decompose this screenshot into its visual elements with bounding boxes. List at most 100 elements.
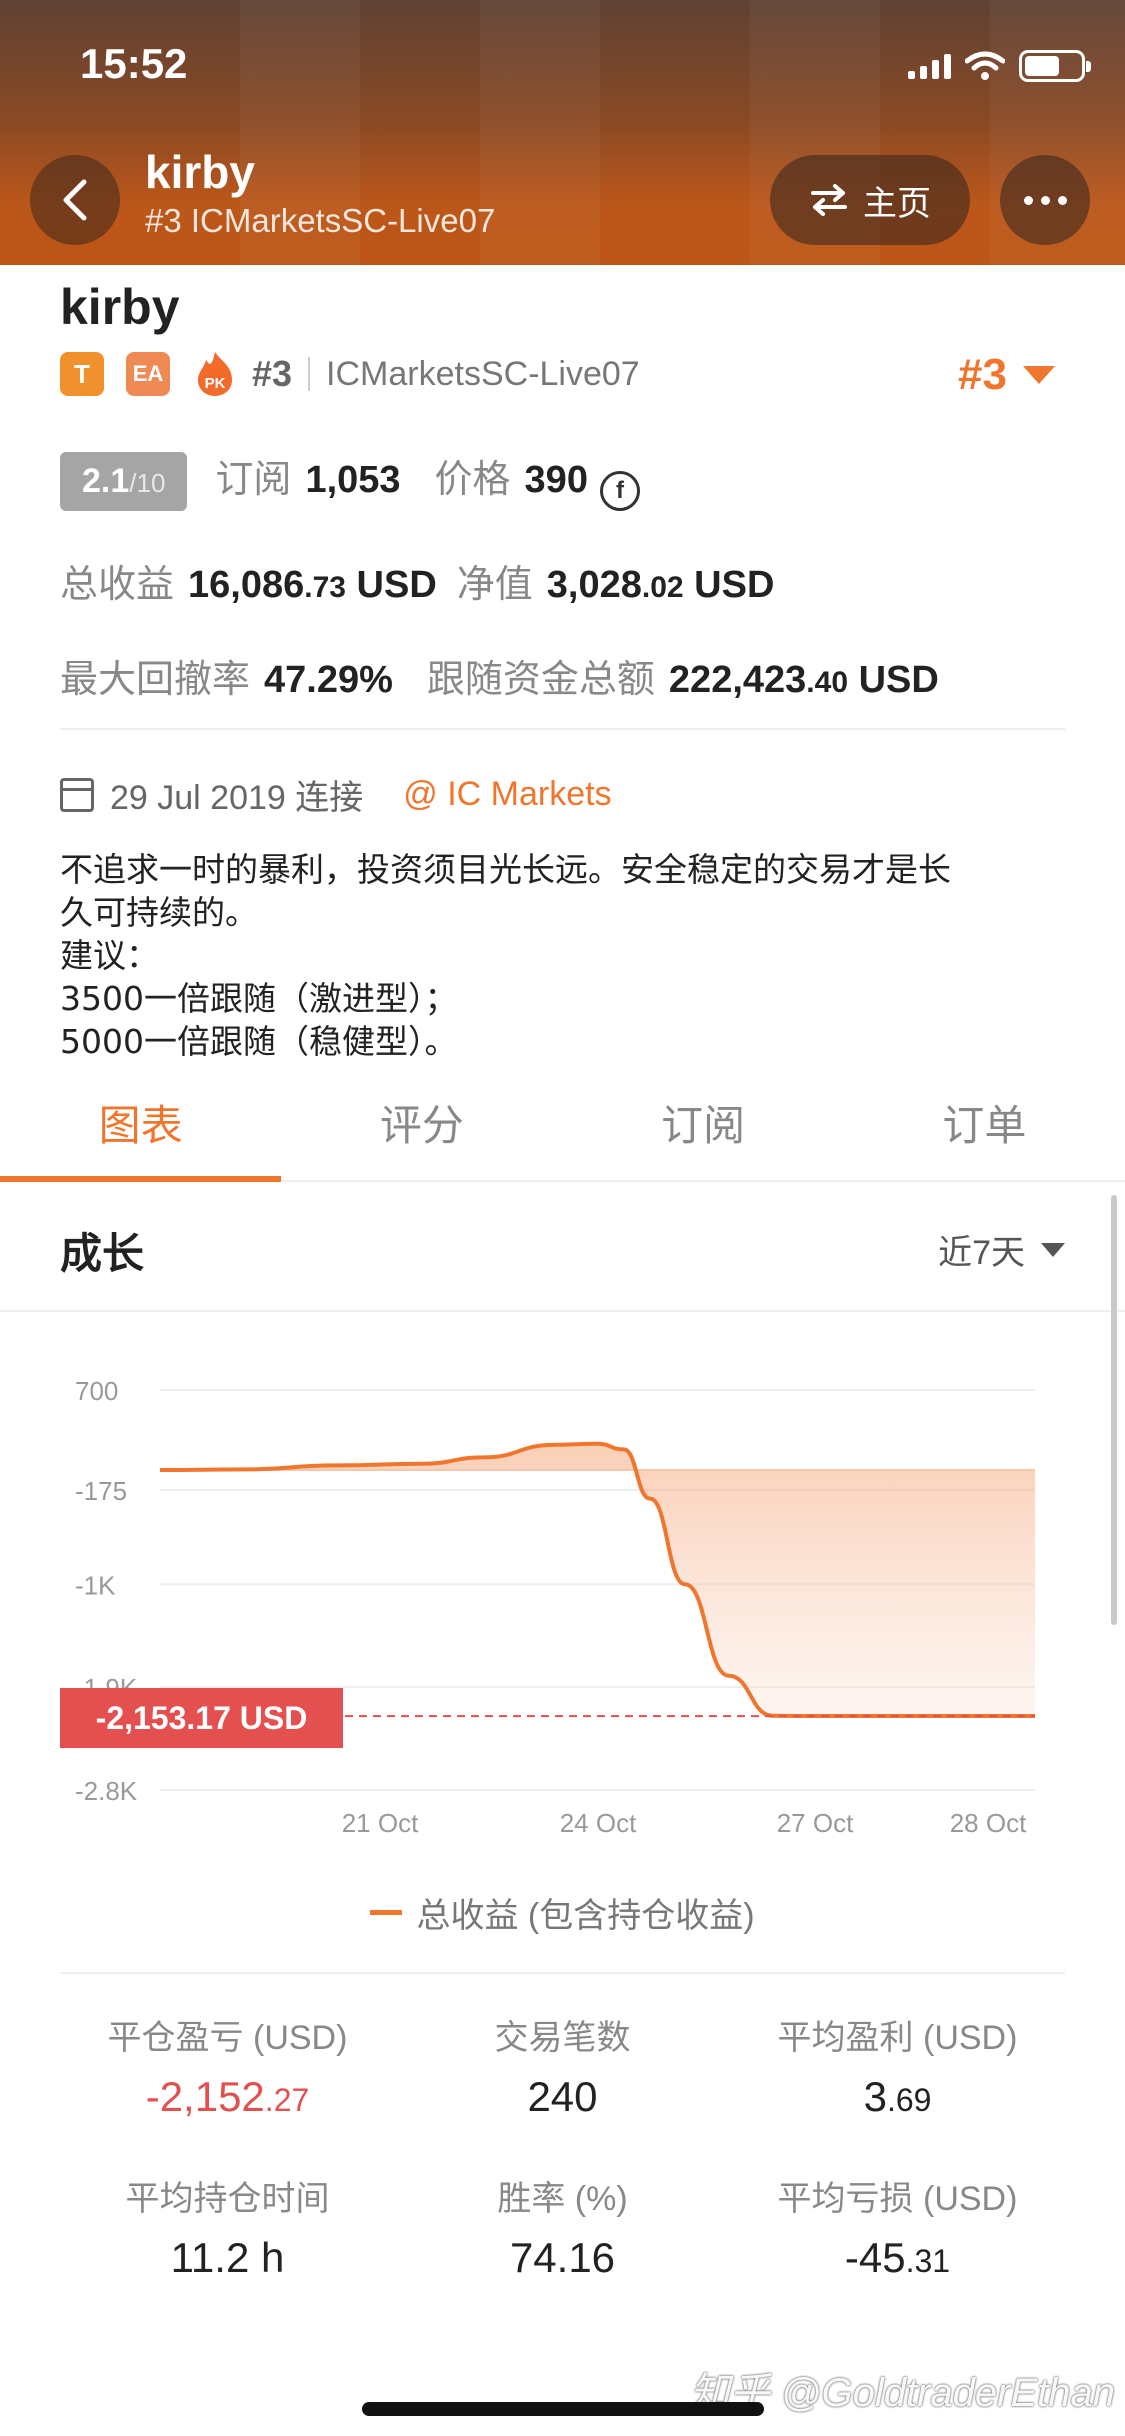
legend-swatch [370, 1910, 403, 1915]
metric-trade-count: 交易笔数 240 [395, 2010, 730, 2121]
score-max: /10 [129, 468, 166, 498]
swap-arrows-icon [811, 184, 847, 216]
drawdown-row: 最大回撤率 47.29% 跟随资金总额 222,423.40 USD [60, 648, 939, 703]
connect-date: 29 Jul 2019 连接 [110, 779, 364, 817]
x-tick-label: 21 Oct [342, 1808, 419, 1838]
trader-bio: 不追求一时的暴利，投资须目光长远。安全稳定的交易才是长 久可持续的。 建议： 3… [60, 848, 1070, 1063]
calendar-icon [60, 777, 94, 812]
status-time: 15:52 [80, 40, 188, 87]
follow-funds-value: 222,423.40 USD [668, 659, 939, 701]
home-button[interactable]: 主页 [770, 155, 970, 245]
coin-icon: f [599, 471, 640, 511]
tab-rating[interactable]: 评分 [281, 1080, 562, 1180]
equity-value: 3,028.02 USD [546, 564, 775, 606]
cellular-signal-icon [908, 53, 951, 79]
battery-icon [1019, 50, 1091, 82]
metric-value: -2,152.27 [145, 2073, 310, 2120]
tab-chart[interactable]: 图表 [0, 1080, 282, 1182]
bio-line: 不追求一时的暴利，投资须目光长远。安全稳定的交易才是长 [60, 850, 951, 889]
bio-line: 久可持续的。 [60, 893, 258, 932]
tag-t-badge: T [60, 352, 104, 396]
rank-selector[interactable]: #3 [958, 350, 1055, 400]
x-tick-label: 28 Oct [950, 1808, 1027, 1838]
metric-value: 240 [527, 2073, 598, 2120]
section-tabs: 图表 评分 订阅 订单 [0, 1080, 1125, 1182]
score-value: 2.1 [82, 462, 130, 500]
total-profit-value: 16,086.73 USD [188, 564, 437, 606]
bio-line: 5000一倍跟随（稳健型）。 [60, 1022, 458, 1061]
divider [60, 1972, 1065, 1974]
subscribe-count: 1,053 [305, 459, 401, 501]
divider [60, 728, 1065, 730]
rank-number: #3 [252, 353, 293, 394]
rank-selector-value: #3 [958, 350, 1007, 399]
score-row: 2.1/10 订阅 1,053 价格 390 f [60, 448, 640, 511]
price-value: 390 [524, 459, 588, 501]
metric-value: 3.69 [863, 2073, 932, 2120]
header-title: kirby [145, 146, 255, 198]
growth-title: 成长 [60, 1230, 145, 1277]
status-icons [908, 50, 1091, 82]
subscribe-label: 订阅 [215, 459, 292, 501]
tag-ea-badge: EA [126, 352, 170, 396]
x-tick-label: 27 Oct [777, 1808, 854, 1838]
metric-label: 平均亏损 (USD) [777, 2180, 1018, 2218]
x-tick-label: 24 Oct [560, 1808, 637, 1838]
header-subtitle: #3 ICMarketsSC-Live07 [145, 202, 496, 239]
time-range-dropdown[interactable]: 近7天 [938, 1225, 1065, 1274]
back-button[interactable] [30, 155, 120, 245]
metric-label: 平均盈利 (USD) [777, 2019, 1018, 2057]
more-dot [1057, 195, 1067, 205]
trader-name: kirby [60, 279, 180, 335]
equity-label: 净值 [456, 564, 533, 606]
separator [308, 357, 311, 391]
caret-down-icon [1023, 366, 1055, 384]
bio-line: 建议： [60, 936, 159, 975]
drawdown-label: 最大回撤率 [60, 659, 251, 701]
tab-subscribe[interactable]: 订阅 [563, 1080, 844, 1180]
price-label: 价格 [434, 459, 511, 501]
metric-label: 平仓盈亏 (USD) [107, 2019, 348, 2057]
more-dot [1040, 195, 1050, 205]
y-tick-label: -2.8K [75, 1776, 138, 1806]
current-value-tag: -2,153.17 USD [60, 1688, 343, 1748]
metric-label: 交易笔数 [494, 2019, 631, 2057]
badge-row: T EA PK #3 ICMarketsSC-Live07 [60, 350, 640, 398]
total-profit-label: 总收益 [60, 564, 175, 606]
score-badge: 2.1/10 [60, 452, 188, 511]
divider [0, 1310, 1125, 1312]
time-range-value: 近7天 [938, 1234, 1025, 1272]
metric-win-rate: 胜率 (%) 74.16 [395, 2171, 730, 2282]
metric-avg-profit: 平均盈利 (USD) 3.69 [730, 2010, 1065, 2121]
home-button-label: 主页 [863, 184, 931, 223]
metric-avg-loss: 平均亏损 (USD) -45.31 [730, 2171, 1065, 2282]
profile-header-banner: 15:52 kirby #3 ICMarketsSC-Live07 主页 [0, 0, 1125, 265]
series-area [160, 1443, 1035, 1717]
metric-avg-hold-time: 平均持仓时间 11.2 h [60, 2171, 395, 2282]
more-options-button[interactable] [1000, 155, 1090, 245]
pk-flame-icon: PK [192, 350, 238, 398]
broker-link[interactable]: @ IC Markets [403, 775, 611, 814]
drawdown-value: 47.29% [264, 659, 393, 701]
home-indicator[interactable] [362, 2402, 764, 2416]
metric-value: 11.2 h [170, 2234, 285, 2281]
metric-closed-pnl: 平仓盈亏 (USD) -2,152.27 [60, 2010, 395, 2121]
metric-value: 74.16 [509, 2234, 616, 2281]
growth-chart: 700-175-1K-1.9K-2.8K21 Oct24 Oct27 Oct28… [75, 1376, 1035, 1838]
connect-info: 29 Jul 2019 连接 @ IC Markets [60, 770, 612, 819]
chart-legend: 总收益 (包含持仓收益) [0, 1888, 1125, 1937]
y-tick-label: -175 [75, 1476, 127, 1506]
more-dot [1023, 195, 1033, 205]
server-name: ICMarketsSC-Live07 [326, 354, 640, 393]
tab-orders[interactable]: 订单 [844, 1080, 1125, 1180]
legend-label: 总收益 (包含持仓收益) [416, 1897, 755, 1935]
chevron-left-icon [63, 179, 87, 221]
metrics-grid: 平仓盈亏 (USD) -2,152.27 交易笔数 240 平均盈利 (USD)… [60, 2010, 1065, 2282]
metric-value: -45.31 [844, 2234, 951, 2281]
follow-funds-label: 跟随资金总额 [426, 659, 655, 701]
y-tick-label: -1K [75, 1570, 116, 1600]
y-tick-label: 700 [75, 1376, 118, 1406]
bio-line: 3500一倍跟随（激进型）； [60, 979, 458, 1018]
pk-label: PK [205, 375, 226, 392]
wifi-icon [965, 51, 1005, 80]
